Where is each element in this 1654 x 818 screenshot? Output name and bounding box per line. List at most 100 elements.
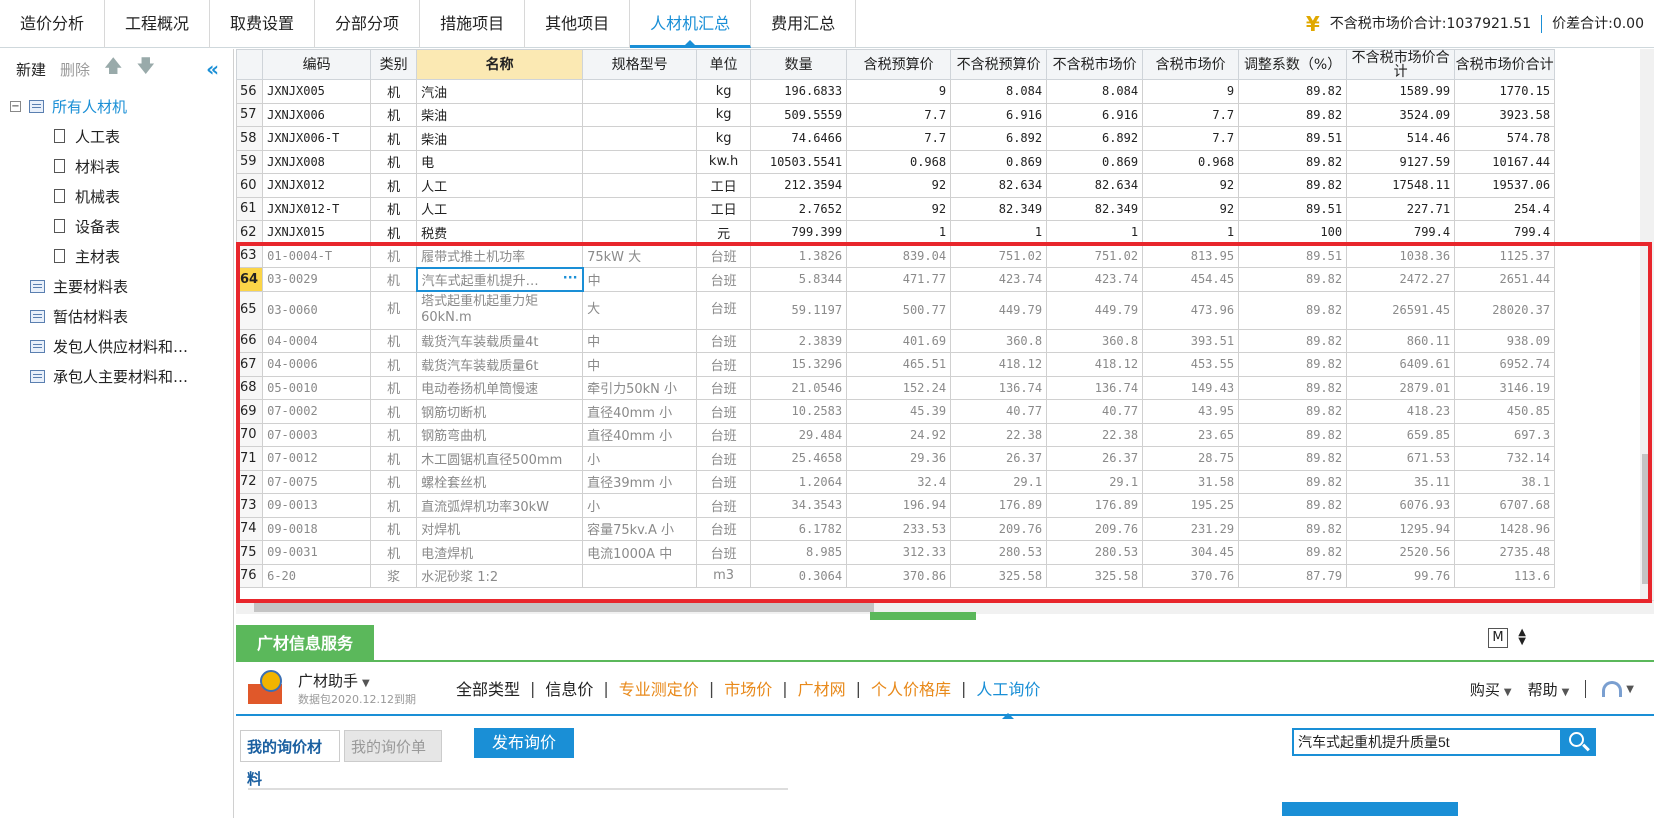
cell-p2[interactable]: 29.1 [950, 469, 1048, 494]
cell-coef[interactable]: 87.79 [1238, 563, 1348, 588]
help-menu[interactable]: 帮助 ▼ [1528, 679, 1570, 700]
cell-t2[interactable]: 254.4 [1454, 196, 1556, 221]
cell-t2[interactable]: 697.3 [1454, 422, 1556, 447]
cell-t2[interactable]: 10167.44 [1454, 149, 1556, 174]
cell-p1[interactable]: 92 [846, 196, 952, 221]
table-row[interactable]: 67 04-0006 机载货汽车装载质量6t 中台班 15.3296 465.51 418.… [236, 352, 1556, 377]
cell-t1[interactable]: 6409.61 [1346, 352, 1456, 377]
cell-t1[interactable]: 2879.01 [1346, 375, 1456, 400]
column-header[interactable]: 含税预算价 [846, 49, 952, 80]
cell-type[interactable]: 机 [370, 102, 418, 127]
cell-code[interactable]: JXNJX006 [262, 102, 372, 127]
cell-p2[interactable]: 1 [950, 220, 1048, 245]
cell-p2[interactable]: 26.37 [950, 446, 1048, 471]
cell-p2[interactable]: 136.74 [950, 375, 1048, 400]
cell-spec[interactable] [582, 220, 698, 245]
cell-code[interactable]: JXNJX012 [262, 173, 372, 198]
cell-coef[interactable]: 89.82 [1238, 540, 1348, 565]
cell-spec[interactable]: 中 [582, 267, 698, 292]
cell-p1[interactable]: 196.94 [846, 493, 952, 518]
cell-n[interactable]: 58 [236, 126, 264, 151]
cell-type[interactable]: 机 [370, 267, 418, 292]
cell-n[interactable]: 71 [236, 446, 264, 471]
cell-t1[interactable]: 514.46 [1346, 126, 1456, 151]
cell-qty[interactable]: 10.2583 [750, 399, 848, 424]
table-row[interactable]: 57 JXNJX006 机柴油 kg 509.5559 7.7 6.916 6.916 7.7 8… [236, 102, 1556, 127]
cell-t2[interactable]: 2735.48 [1454, 540, 1556, 565]
tab-5[interactable]: 其他项目 [525, 0, 631, 48]
spin-icon[interactable]: ▲ ▼ [1518, 628, 1526, 647]
cell-p1[interactable]: 92 [846, 173, 952, 198]
vertical-scrollbar[interactable] [1640, 49, 1654, 600]
cell-p3[interactable]: 1 [1046, 220, 1144, 245]
cell-t2[interactable]: 1770.15 [1454, 79, 1556, 104]
cell-t1[interactable]: 799.4 [1346, 220, 1456, 245]
cell-t1[interactable]: 659.85 [1346, 422, 1456, 447]
tree-item-child[interactable]: 设备表 [0, 211, 233, 241]
cell-name[interactable]: 电渣焊机 [416, 540, 584, 565]
table-row[interactable]: 66 04-0004 机载货汽车装载质量4t 中台班 2.3839 401.69 360.8… [236, 328, 1556, 353]
cell-p3[interactable]: 6.892 [1046, 126, 1144, 151]
cell-n[interactable]: 56 [236, 79, 264, 104]
cell-n[interactable]: 62 [236, 220, 264, 245]
cell-name[interactable]: 汽油 [416, 79, 584, 104]
cell-t1[interactable]: 1589.99 [1346, 79, 1456, 104]
cell-spec[interactable] [582, 126, 698, 151]
cell-unit[interactable]: kg [696, 79, 752, 104]
cell-coef[interactable]: 89.51 [1238, 243, 1348, 268]
cell-spec[interactable] [582, 173, 698, 198]
cell-p3[interactable]: 82.349 [1046, 196, 1144, 221]
cell-unit[interactable]: 台班 [696, 352, 752, 377]
table-row[interactable]: 59 JXNJX008 机电 kw.h 10503.5541 0.968 0.869 0.86… [236, 149, 1556, 174]
cell-unit[interactable]: kw.h [696, 149, 752, 174]
nav-link-0[interactable]: 全部类型 [446, 676, 530, 700]
table-row[interactable]: 60 JXNJX012 机人工 工日 212.3594 92 82.634 82.634 92 8… [236, 173, 1556, 198]
cell-coef[interactable]: 89.82 [1238, 267, 1348, 292]
cell-name[interactable]: 税费 [416, 220, 584, 245]
cell-p3[interactable]: 280.53 [1046, 540, 1144, 565]
cell-p3[interactable]: 209.76 [1046, 516, 1144, 541]
cell-type[interactable]: 机 [370, 446, 418, 471]
cell-p4[interactable]: 231.29 [1142, 516, 1240, 541]
cell-t2[interactable]: 19537.06 [1454, 173, 1556, 198]
cell-p4[interactable]: 813.95 [1142, 243, 1240, 268]
tree-item-child[interactable]: 人工表 [0, 121, 233, 151]
cell-p3[interactable]: 82.634 [1046, 173, 1144, 198]
cell-n[interactable]: 72 [236, 469, 264, 494]
cell-code[interactable]: JXNJX008 [262, 149, 372, 174]
cell-unit[interactable]: 台班 [696, 516, 752, 541]
cell-coef[interactable]: 89.82 [1238, 149, 1348, 174]
cell-t2[interactable]: 938.09 [1454, 328, 1556, 353]
cell-t1[interactable]: 1295.94 [1346, 516, 1456, 541]
cell-p2[interactable]: 751.02 [950, 243, 1048, 268]
cell-qty[interactable]: 509.5559 [750, 102, 848, 127]
cell-spec[interactable]: 小 [582, 446, 698, 471]
cell-p2[interactable]: 209.76 [950, 516, 1048, 541]
cell-qty[interactable]: 8.985 [750, 540, 848, 565]
cell-qty[interactable]: 0.3064 [750, 563, 848, 588]
tab-0[interactable]: 造价分析 [0, 0, 106, 48]
tree-item-child[interactable]: 主材表 [0, 241, 233, 271]
nav-link-6[interactable]: 人工询价 [966, 676, 1050, 719]
column-header[interactable]: 编码 [262, 49, 372, 80]
cell-p4[interactable]: 393.51 [1142, 328, 1240, 353]
cell-code[interactable]: 03-0060 [262, 290, 372, 330]
cell-name[interactable]: 载货汽车装载质量4t [416, 328, 584, 353]
buy-menu[interactable]: 购买 ▼ [1470, 679, 1512, 700]
cell-p4[interactable]: 454.45 [1142, 267, 1240, 292]
cell-unit[interactable]: 台班 [696, 422, 752, 447]
service-menu[interactable]: ▼ [1602, 681, 1634, 697]
cell-unit[interactable]: 台班 [696, 446, 752, 471]
cell-p4[interactable]: 43.95 [1142, 399, 1240, 424]
cell-n[interactable]: 66 [236, 328, 264, 353]
tab-my-inquiry-list[interactable]: 我的询价单 [344, 730, 442, 762]
column-header[interactable]: 调整系数（%） [1238, 49, 1348, 80]
cell-unit[interactable]: 台班 [696, 375, 752, 400]
tab-4[interactable]: 措施项目 [420, 0, 526, 48]
cell-t2[interactable]: 28020.37 [1454, 290, 1556, 330]
cell-t1[interactable]: 418.23 [1346, 399, 1456, 424]
cell-p3[interactable]: 22.38 [1046, 422, 1144, 447]
table-row[interactable]: 70 07-0003 机钢筋弯曲机 直径40mm 小台班 29.484 24.92 22.3… [236, 422, 1556, 447]
column-header[interactable]: 规格型号 [582, 49, 698, 80]
cell-p1[interactable]: 9 [846, 79, 952, 104]
